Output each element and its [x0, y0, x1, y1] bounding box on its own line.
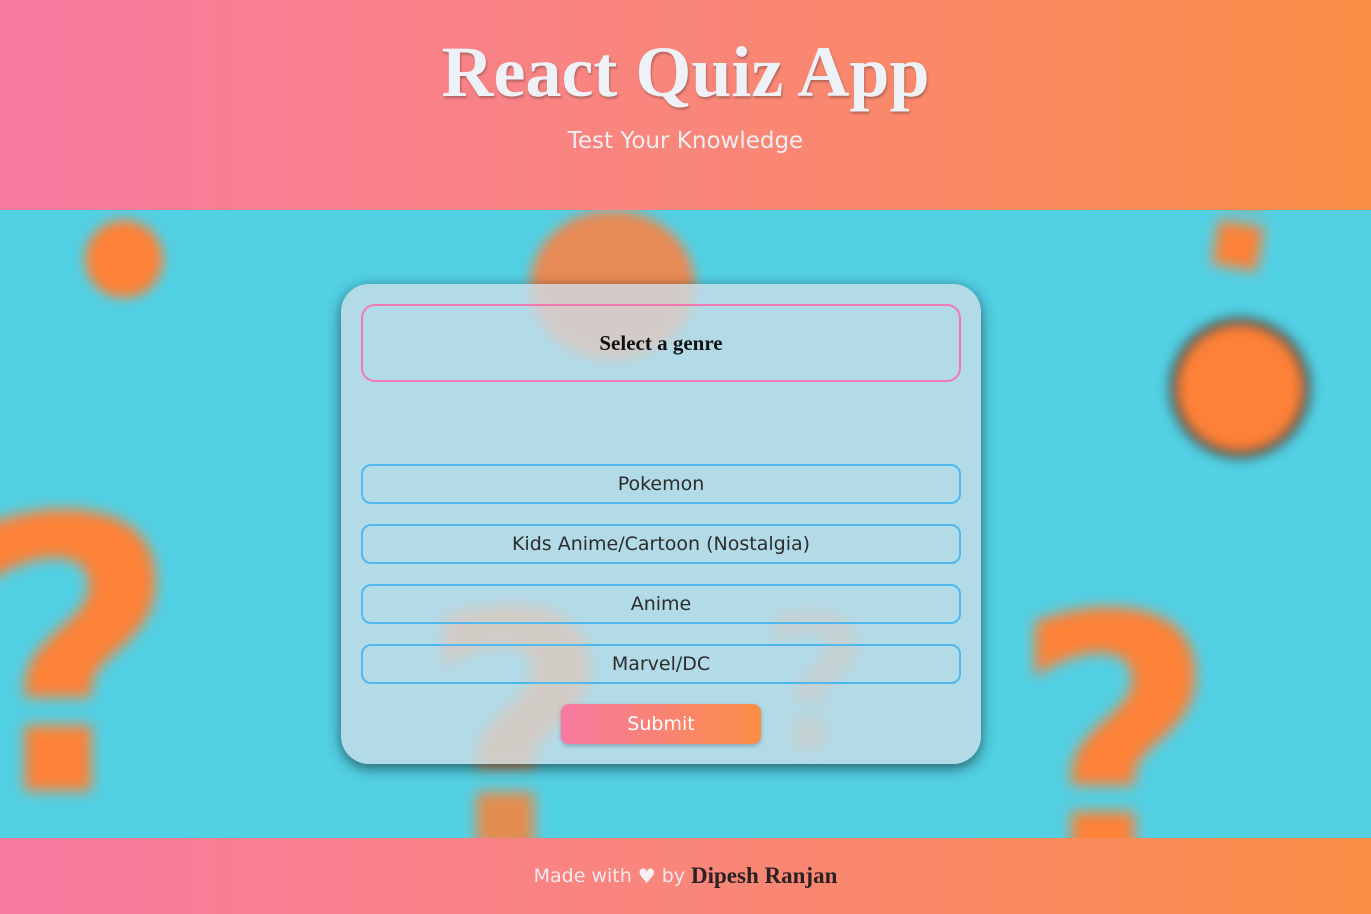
- header: React Quiz App Test Your Knowledge: [0, 0, 1371, 210]
- decor-circle: [1170, 318, 1310, 458]
- footer: Made with ♥ by Dipesh Ranjan: [0, 838, 1371, 914]
- decor-question-mark: !: [1165, 210, 1334, 339]
- decor-circle: [85, 220, 163, 298]
- option-kids-anime[interactable]: Kids Anime/Cartoon (Nostalgia): [361, 524, 961, 564]
- option-anime[interactable]: Anime: [361, 584, 961, 624]
- footer-by: by: [661, 865, 686, 887]
- app-subtitle: Test Your Knowledge: [567, 128, 804, 154]
- option-pokemon[interactable]: Pokemon: [361, 464, 961, 504]
- genre-prompt: Select a genre: [361, 304, 961, 382]
- author-name: Dipesh Ranjan: [691, 863, 838, 888]
- option-marvel-dc[interactable]: Marvel/DC: [361, 644, 961, 684]
- heart-icon: ♥: [637, 864, 656, 888]
- background-stage: ? ? ! ? ? Select a genre Pokemon Kids An…: [0, 210, 1371, 838]
- app-title: React Quiz App: [441, 32, 930, 112]
- footer-made-with: Made with: [533, 865, 632, 887]
- submit-button[interactable]: Submit: [561, 704, 761, 744]
- decor-question-mark: ?: [1010, 540, 1219, 839]
- quiz-card: Select a genre Pokemon Kids Anime/Cartoo…: [341, 284, 981, 764]
- decor-question-mark: ?: [0, 470, 180, 839]
- genre-options: Pokemon Kids Anime/Cartoon (Nostalgia) A…: [361, 464, 961, 684]
